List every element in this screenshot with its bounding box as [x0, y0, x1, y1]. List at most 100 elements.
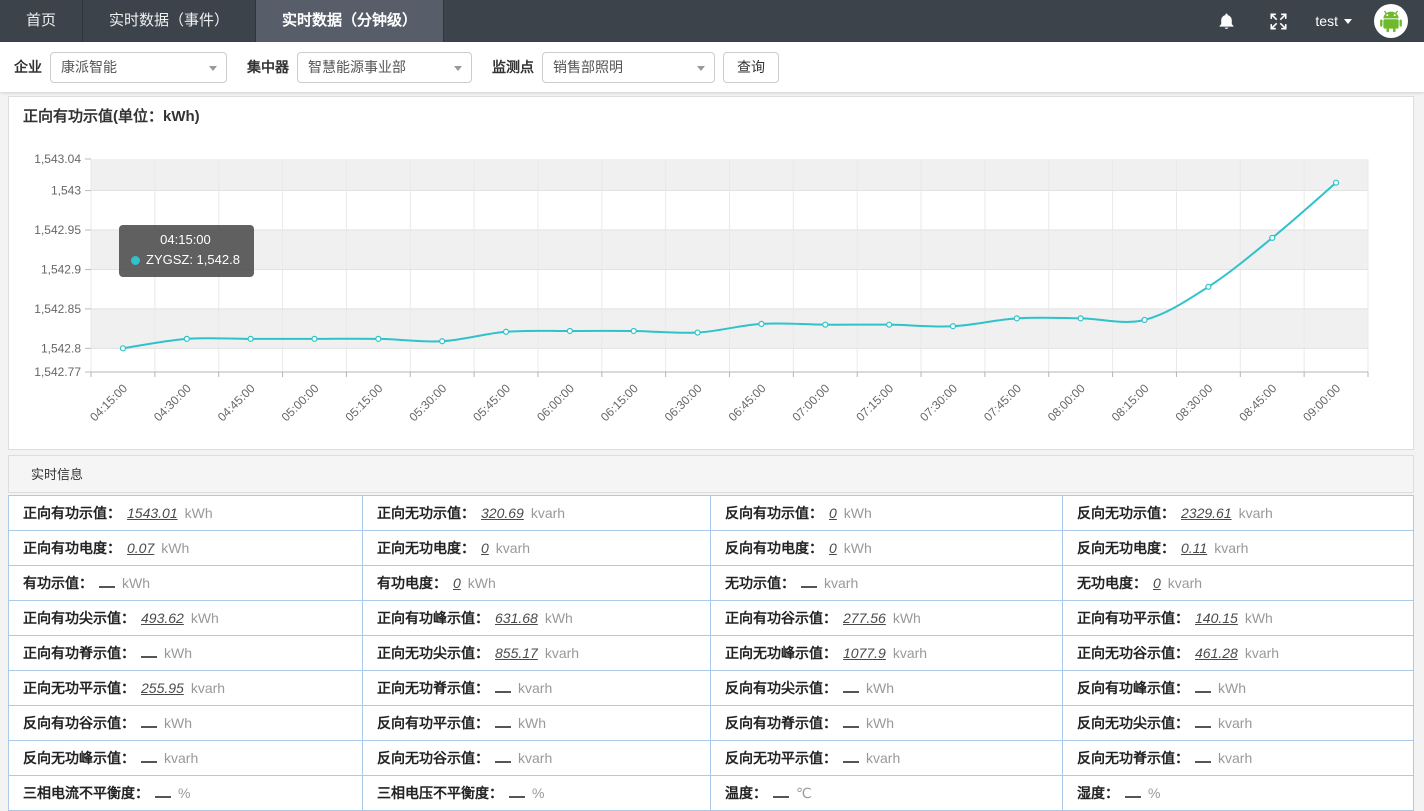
metric-value[interactable]: 855.17 [495, 645, 538, 661]
metric-label: 反向有功电度： [725, 538, 823, 558]
metric-value[interactable]: 0 [1153, 575, 1161, 591]
top-navbar: 首页 实时数据（事件） 实时数据（分钟级） test [0, 0, 1424, 42]
metric-unit: % [532, 785, 544, 801]
metric-value-blank [141, 718, 157, 728]
metric-label: 正向无功峰示值： [725, 643, 837, 663]
enterprise-label: 企业 [14, 57, 42, 77]
svg-text:1,543.04: 1,543.04 [34, 152, 81, 166]
metric-unit: kWh [164, 715, 192, 731]
enterprise-value: 康派智能 [61, 57, 117, 77]
metric-label: 正向无功电度： [377, 538, 475, 558]
table-row: 正向有功电度：0.07kWh正向无功电度：0kvarh反向有功电度：0kWh反向… [9, 531, 1413, 566]
metric-value[interactable]: 277.56 [843, 610, 886, 626]
monitor-point-select[interactable]: 销售部照明 [542, 52, 715, 83]
metric-cell: 反向有功示值：0kWh [711, 496, 1063, 531]
metric-cell: 三相电流不平衡度：% [9, 776, 363, 811]
metric-unit: kWh [191, 610, 219, 626]
tab-realtime-event[interactable]: 实时数据（事件） [83, 0, 256, 42]
tab-realtime-minute[interactable]: 实时数据（分钟级） [256, 0, 444, 42]
metric-value[interactable]: 493.62 [141, 610, 184, 626]
metric-value[interactable]: 1077.9 [843, 645, 886, 661]
user-menu[interactable]: test [1315, 13, 1352, 29]
metric-unit: kvarh [824, 575, 858, 591]
metric-label: 反向有功尖示值： [725, 678, 837, 698]
metric-label: 正向有功示值： [23, 503, 121, 523]
metric-unit: % [178, 785, 190, 801]
filter-bar: 企业 康派智能 集中器 智慧能源事业部 监测点 销售部照明 查询 [0, 42, 1424, 92]
metric-unit: kWh [545, 610, 573, 626]
metric-value-blank [509, 788, 525, 798]
fullscreen-icon[interactable] [1265, 8, 1291, 34]
metric-cell: 正向有功示值：1543.01kWh [9, 496, 363, 531]
metric-value-blank [1195, 683, 1211, 693]
metric-value[interactable]: 461.28 [1195, 645, 1238, 661]
table-row: 正向有功脊示值：kWh正向无功尖示值：855.17kvarh正向无功峰示值：10… [9, 636, 1413, 671]
metric-label: 反向有功脊示值： [725, 713, 837, 733]
metric-label: 三相电压不平衡度： [377, 783, 503, 803]
metric-label: 正向有功平示值： [1077, 608, 1189, 628]
metric-cell: 正向有功谷示值：277.56kWh [711, 601, 1063, 636]
metric-unit: kWh [518, 715, 546, 731]
tab-home[interactable]: 首页 [0, 0, 83, 42]
metric-unit: kvarh [1218, 750, 1252, 766]
metric-value-blank [843, 683, 859, 693]
svg-text:07:00:00: 07:00:00 [789, 381, 832, 424]
table-row: 有功示值：kWh有功电度：0kWh无功示值：kvarh无功电度：0kvarh [9, 566, 1413, 601]
metric-value[interactable]: 0 [453, 575, 461, 591]
table-row: 正向有功示值：1543.01kWh正向无功示值：320.69kvarh反向有功示… [9, 496, 1413, 531]
metric-label: 温度： [725, 783, 767, 803]
metric-value[interactable]: 2329.61 [1181, 505, 1232, 521]
metric-value[interactable]: 1543.01 [127, 505, 178, 521]
user-name: test [1315, 13, 1338, 29]
metric-cell: 反向有功平示值：kWh [363, 706, 711, 741]
metric-value[interactable]: 0 [829, 540, 837, 556]
metric-label: 正向有功电度： [23, 538, 121, 558]
caret-down-icon [209, 66, 217, 71]
metric-value[interactable]: 255.95 [141, 680, 184, 696]
svg-text:05:45:00: 05:45:00 [470, 381, 513, 424]
metric-label: 湿度： [1077, 783, 1119, 803]
metric-cell: 无功电度：0kvarh [1063, 566, 1413, 601]
metric-unit: kvarh [545, 645, 579, 661]
table-row: 反向无功峰示值：kvarh反向无功谷示值：kvarh反向无功平示值：kvarh反… [9, 741, 1413, 776]
metric-label: 无功示值： [725, 573, 795, 593]
metric-value[interactable]: 0.07 [127, 540, 154, 556]
avatar[interactable] [1374, 4, 1408, 38]
svg-text:07:30:00: 07:30:00 [917, 381, 960, 424]
metric-label: 反向有功峰示值： [1077, 678, 1189, 698]
metric-cell: 正向无功谷示值：461.28kvarh [1063, 636, 1413, 671]
bell-icon[interactable] [1213, 8, 1239, 34]
metric-value-blank [495, 718, 511, 728]
metric-cell: 正向有功脊示值：kWh [9, 636, 363, 671]
metric-value[interactable]: 0 [481, 540, 489, 556]
metric-value[interactable]: 0.11 [1181, 540, 1207, 556]
metric-value[interactable]: 0 [829, 505, 837, 521]
table-row: 三相电流不平衡度：% 三相电压不平衡度：% 温度： ℃ 湿度：% [9, 776, 1413, 811]
metric-label: 正向无功谷示值： [1077, 643, 1189, 663]
metric-label: 正向无功平示值： [23, 678, 135, 698]
metric-value[interactable]: 631.68 [495, 610, 538, 626]
caret-down-icon [697, 66, 705, 71]
metric-unit: kvarh [518, 750, 552, 766]
metric-unit: kWh [161, 540, 189, 556]
concentrator-value: 智慧能源事业部 [308, 57, 406, 77]
metric-value[interactable]: 320.69 [481, 505, 524, 521]
table-row: 反向有功谷示值：kWh反向有功平示值：kWh反向有功脊示值：kWh反向无功尖示值… [9, 706, 1413, 741]
svg-text:08:00:00: 08:00:00 [1045, 381, 1088, 424]
metric-unit: kvarh [164, 750, 198, 766]
metric-unit: ℃ [796, 785, 812, 802]
svg-text:04:30:00: 04:30:00 [151, 381, 194, 424]
metric-cell: 反向无功脊示值：kvarh [1063, 741, 1413, 776]
metric-value[interactable]: 140.15 [1195, 610, 1238, 626]
concentrator-label: 集中器 [247, 57, 289, 77]
concentrator-select[interactable]: 智慧能源事业部 [297, 52, 472, 83]
query-button[interactable]: 查询 [723, 52, 779, 83]
enterprise-select[interactable]: 康派智能 [50, 52, 227, 83]
metric-label: 三相电流不平衡度： [23, 783, 149, 803]
svg-text:1,542.95: 1,542.95 [34, 223, 81, 237]
svg-text:05:15:00: 05:15:00 [343, 381, 386, 424]
metric-cell: 湿度：% [1063, 776, 1413, 811]
realtime-info-panel: 实时信息 正向有功示值：1543.01kWh正向无功示值：320.69kvarh… [8, 455, 1414, 811]
svg-text:06:30:00: 06:30:00 [662, 381, 705, 424]
svg-text:1,542.9: 1,542.9 [41, 262, 81, 276]
